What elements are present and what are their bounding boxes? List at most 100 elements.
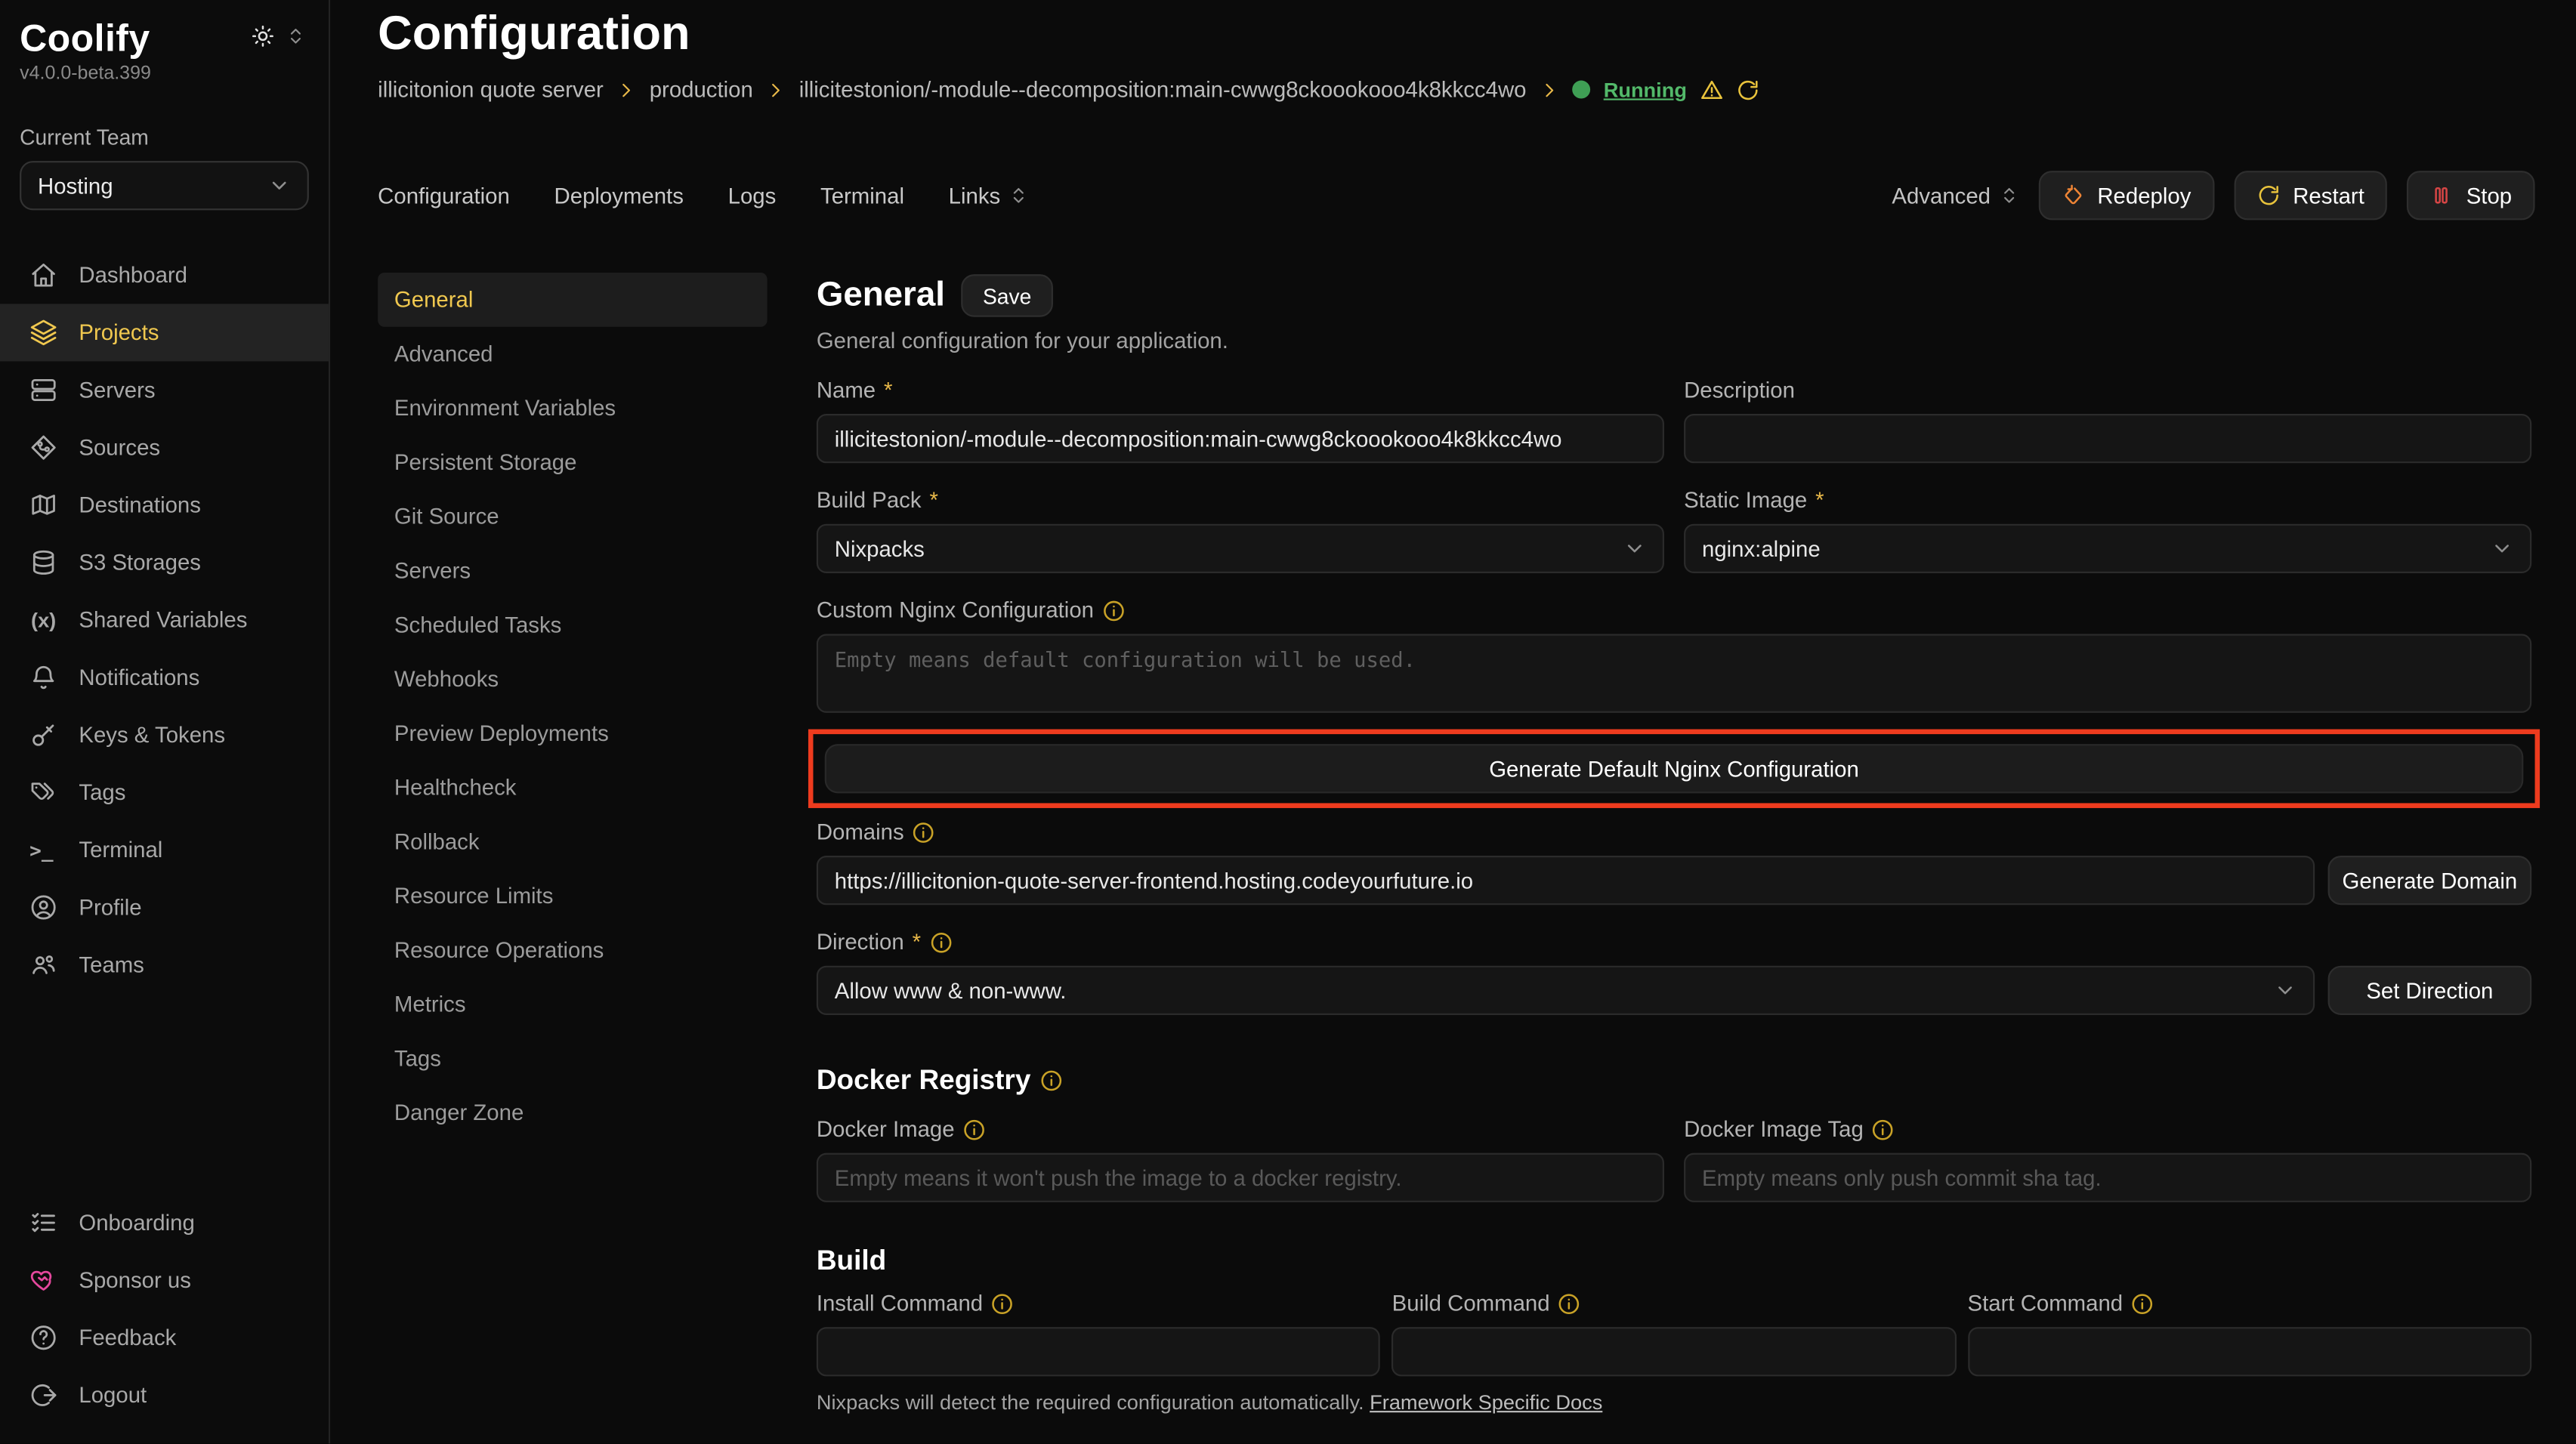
sidebar-item-teams[interactable]: Teams (0, 936, 329, 994)
advanced-dropdown[interactable]: Advanced (1892, 183, 2018, 208)
domains-input[interactable] (817, 856, 2315, 905)
chevron-down-icon (1623, 537, 1646, 560)
set-direction-button[interactable]: Set Direction (2328, 966, 2532, 1015)
sidebar-item-logout[interactable]: Logout (0, 1366, 329, 1424)
section-heading-build: Build (817, 1245, 2531, 1277)
sidebar-item-s3-storages[interactable]: S3 Storages (0, 534, 329, 591)
docker-image-tag-input[interactable] (1684, 1153, 2531, 1202)
sidebar-item-dashboard[interactable]: Dashboard (0, 246, 329, 304)
sidebar-item-servers[interactable]: Servers (0, 361, 329, 418)
docker-image-input[interactable] (817, 1153, 1664, 1202)
restart-button[interactable]: Restart (2234, 171, 2387, 220)
sidebar-item-terminal[interactable]: >_ Terminal (0, 821, 329, 878)
save-button[interactable]: Save (962, 274, 1053, 317)
subnav-rollback[interactable]: Rollback (378, 815, 767, 869)
server-icon (29, 376, 57, 404)
info-icon[interactable] (2131, 1291, 2154, 1314)
subnav-danger-zone[interactable]: Danger Zone (378, 1085, 767, 1140)
info-icon[interactable] (1040, 1069, 1063, 1092)
subnav-preview-deployments[interactable]: Preview Deployments (378, 706, 767, 761)
sidebar-item-destinations[interactable]: Destinations (0, 477, 329, 534)
subnav-general[interactable]: General (378, 273, 767, 327)
stop-button[interactable]: Stop (2407, 171, 2534, 220)
subnav-tags[interactable]: Tags (378, 1032, 767, 1086)
build-pack-select[interactable]: Nixpacks (817, 524, 1664, 573)
breadcrumb-project[interactable]: illicitonion quote server (378, 77, 604, 102)
status-dot (1572, 81, 1590, 99)
info-icon[interactable] (1558, 1291, 1580, 1314)
sidebar-item-projects[interactable]: Projects (0, 304, 329, 361)
info-icon[interactable] (1872, 1118, 1895, 1140)
subnav-resource-limits[interactable]: Resource Limits (378, 869, 767, 923)
sidebar-item-notifications[interactable]: Notifications (0, 649, 329, 706)
subnav-webhooks[interactable]: Webhooks (378, 652, 767, 706)
info-icon[interactable] (962, 1118, 985, 1140)
layers-icon (29, 319, 57, 347)
custom-nginx-textarea[interactable] (817, 634, 2531, 712)
terminal-icon: >_ (29, 838, 57, 861)
sidebar-item-sponsor[interactable]: Sponsor us (0, 1251, 329, 1309)
sidebar-item-onboarding[interactable]: Onboarding (0, 1194, 329, 1251)
breadcrumb-resource[interactable]: illicitestonion/-module--decomposition:m… (799, 77, 1527, 102)
subnav-scheduled-tasks[interactable]: Scheduled Tasks (378, 598, 767, 653)
generate-domain-button[interactable]: Generate Domain (2328, 856, 2532, 905)
sidebar-item-feedback[interactable]: Feedback (0, 1309, 329, 1366)
team-select[interactable]: Hosting (20, 161, 309, 210)
subnav-persistent-storage[interactable]: Persistent Storage (378, 435, 767, 489)
direction-select[interactable]: Allow www & non-www. (817, 966, 2315, 1015)
build-pack-label: Build Pack* (817, 488, 1664, 513)
subnav-resource-operations[interactable]: Resource Operations (378, 923, 767, 977)
docker-image-tag-label: Docker Image Tag (1684, 1117, 2531, 1142)
framework-docs-link[interactable]: Framework Specific Docs (1370, 1391, 1602, 1414)
install-command-input[interactable] (817, 1327, 1381, 1376)
subnav-environment-variables[interactable]: Environment Variables (378, 381, 767, 436)
sidebar-item-shared-variables[interactable]: (x) Shared Variables (0, 591, 329, 649)
subnav-servers[interactable]: Servers (378, 544, 767, 598)
tab-deployments[interactable]: Deployments (554, 183, 684, 208)
subnav-git-source[interactable]: Git Source (378, 489, 767, 544)
tab-configuration[interactable]: Configuration (378, 183, 510, 208)
restart-icon (2256, 184, 2279, 207)
build-command-input[interactable] (1392, 1327, 1957, 1376)
info-icon[interactable] (913, 820, 935, 843)
subnav-advanced[interactable]: Advanced (378, 327, 767, 381)
logout-icon (29, 1381, 57, 1409)
chevron-down-icon (2491, 537, 2513, 560)
chevrons-up-down-icon[interactable] (286, 26, 305, 46)
section-subtitle: General configuration for your applicati… (817, 329, 2531, 353)
info-icon[interactable] (1102, 599, 1125, 622)
sidebar-item-tags[interactable]: Tags (0, 764, 329, 821)
tab-links[interactable]: Links (949, 183, 1029, 208)
breadcrumb-environment[interactable]: production (650, 77, 753, 102)
status-running-link[interactable]: Running (1604, 78, 1687, 100)
sidebar-item-profile[interactable]: Profile (0, 878, 329, 936)
database-icon (29, 548, 57, 576)
chevron-down-icon (2274, 979, 2296, 1001)
start-command-input[interactable] (1968, 1327, 2532, 1376)
sidebar-item-sources[interactable]: Sources (0, 419, 329, 477)
description-input[interactable] (1684, 414, 2531, 463)
redeploy-button[interactable]: Redeploy (2038, 171, 2214, 220)
sidebar-item-keys-tokens[interactable]: Keys & Tokens (0, 706, 329, 764)
info-icon[interactable] (929, 930, 952, 953)
sidebar-footer: Onboarding Sponsor us Feedback Logout (0, 1194, 329, 1424)
info-icon[interactable] (991, 1291, 1014, 1314)
heart-hands-icon (29, 1267, 57, 1294)
static-image-select[interactable]: nginx:alpine (1684, 524, 2531, 573)
redeploy-icon (2062, 184, 2084, 207)
refresh-icon[interactable] (1736, 78, 1759, 100)
tab-logs[interactable]: Logs (728, 183, 777, 208)
name-input[interactable] (817, 414, 1664, 463)
section-heading-docker-registry: Docker Registry (817, 1064, 2531, 1097)
general-form: General Save General configuration for y… (817, 274, 2531, 1443)
user-circle-icon (29, 893, 57, 921)
theme-toggle-sun-icon[interactable] (252, 25, 274, 48)
subnav-healthcheck[interactable]: Healthcheck (378, 761, 767, 815)
alert-triangle-icon[interactable] (1700, 78, 1722, 100)
tab-terminal[interactable]: Terminal (820, 183, 904, 208)
config-subnav: General Advanced Environment Variables P… (378, 273, 767, 1140)
generate-nginx-button[interactable]: Generate Default Nginx Configuration (825, 744, 2524, 793)
build-command-label: Build Command (1392, 1291, 1957, 1316)
subnav-metrics[interactable]: Metrics (378, 977, 767, 1032)
home-icon (29, 261, 57, 289)
